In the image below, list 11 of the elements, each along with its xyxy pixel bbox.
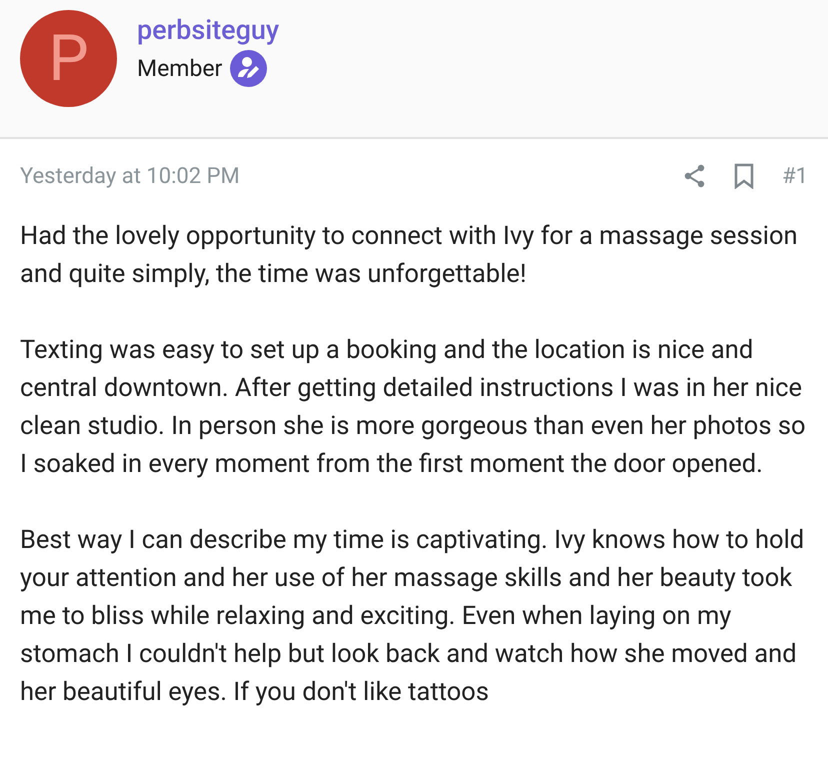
post-number-link[interactable]: #1 (782, 160, 808, 192)
username-link[interactable]: perbsiteguy (137, 12, 280, 48)
post-paragraph: Best way I can describe my time is captivating. Ivy knows how to hold your attention and her use of her massage skills and her beauty took me to bliss while relaxing and exciting. Even when laying on my stomach I couldn't help but look back and watch how she moved and her beautiful eyes. If you don't like tattoos (20, 524, 806, 709)
post-timestamp: Yesterday at 10:02 PM (20, 162, 241, 190)
avatar[interactable]: P (20, 10, 117, 107)
member-badge-icon (230, 50, 268, 87)
bookmark-icon[interactable] (734, 163, 754, 189)
share-icon[interactable] (684, 164, 706, 188)
post-paragraph: Texting was easy to set up a booking and the location is nice and central downtown. After getting detailed instructions I was in her nice clean studio. In person she is more gorgeous than even her photos so I soaked in every moment from the first moment the door opened. (20, 334, 807, 481)
post-paragraph: Had the lovely opportunity to connect with Ivy for a massage session and quite simply, the time was unforgettable! (20, 220, 799, 291)
user-role: Member (137, 54, 222, 84)
